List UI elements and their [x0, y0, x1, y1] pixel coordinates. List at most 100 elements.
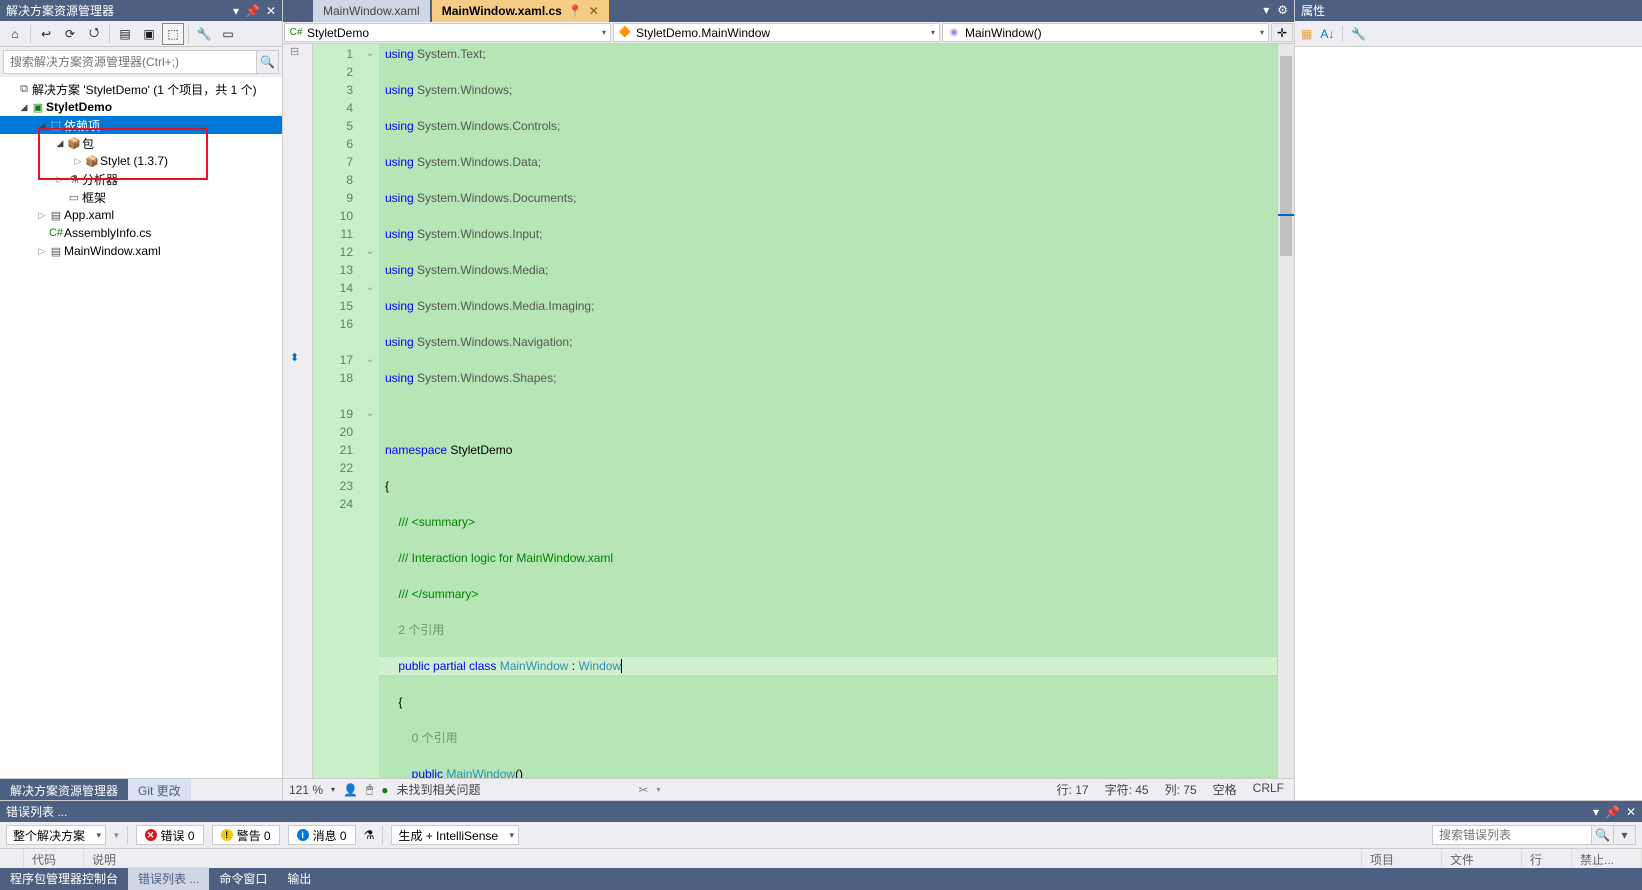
zoom-level[interactable]: 121 % [289, 783, 323, 797]
analyzers-icon: ⚗ [66, 173, 82, 186]
errors-filter[interactable]: ✕错误 0 [136, 825, 204, 845]
project-selector[interactable]: C#StyletDemo▾ [284, 23, 611, 42]
indent-indicator[interactable]: 空格 [1213, 781, 1237, 798]
show-all-icon[interactable]: ▤ [114, 23, 136, 45]
frameworks-node[interactable]: 框架 [82, 189, 106, 206]
warnings-filter[interactable]: !警告 0 [212, 825, 280, 845]
refresh-icon[interactable]: ⭯ [83, 23, 105, 45]
assembly-node[interactable]: AssemblyInfo.cs [64, 226, 151, 240]
properties-title: 属性 [1301, 2, 1325, 19]
fold-column[interactable]: ⌄⌄⌄⌄⌄ [361, 44, 379, 778]
tab-mainwindow-xaml-cs[interactable]: MainWindow.xaml.cs 📍 ✕ [432, 0, 609, 22]
bottom-tool-tabs: 程序包管理器控制台 错误列表 ... 命令窗口 输出 [0, 868, 1642, 890]
csproj-icon: ▣ [30, 101, 46, 114]
type-selector[interactable]: 🔶StyletDemo.MainWindow▾ [613, 23, 940, 42]
close-icon[interactable]: ✕ [266, 4, 276, 18]
analyzers-node[interactable]: 分析器 [82, 171, 118, 188]
error-list-toolbar: 整个解决方案 ▾ ✕错误 0 !警告 0 i消息 0 ⚗ 生成 + Intell… [0, 822, 1642, 848]
tab-git-changes[interactable]: Git 更改 [128, 779, 191, 800]
pin-icon[interactable]: 📍 [568, 4, 583, 18]
class-icon: 🔶 [618, 26, 632, 40]
tab-error-list[interactable]: 错误列表 ... [128, 867, 209, 890]
col-project[interactable]: 项目 [1362, 849, 1442, 868]
wrench-icon[interactable]: 🔧 [1351, 27, 1366, 41]
search-icon[interactable]: 🔍 [257, 50, 279, 74]
col-indicator[interactable]: 列: 75 [1165, 781, 1197, 798]
reference-indicator-icon[interactable]: ⬍ [290, 351, 299, 364]
warning-icon: ! [221, 829, 233, 841]
sync-icon[interactable]: ⟳ [59, 23, 81, 45]
frameworks-icon: ▭ [66, 191, 82, 204]
appxaml-node[interactable]: App.xaml [64, 208, 114, 222]
properties-grid[interactable] [1295, 47, 1642, 800]
tab-command-window[interactable]: 命令窗口 [209, 867, 277, 890]
search-icon[interactable]: 🔍 [1592, 825, 1614, 845]
solution-explorer-toolbar: ⌂ ↩ ⟳ ⭯ ▤ ▣ ⬚ 🔧 ▭ [0, 21, 282, 47]
tab-solution-explorer[interactable]: 解决方案资源管理器 [0, 779, 128, 800]
mouse-icon[interactable]: 🖱 [366, 782, 373, 797]
messages-filter[interactable]: i消息 0 [288, 825, 356, 845]
properties-title-bar: 属性 [1295, 0, 1642, 21]
member-selector[interactable]: ◉MainWindow()▾ [942, 23, 1269, 42]
method-icon: ◉ [947, 26, 961, 40]
solution-node[interactable]: 解决方案 'StyletDemo' (1 个项目，共 1 个) [32, 81, 257, 98]
build-intellisense-selector[interactable]: 生成 + IntelliSense [391, 825, 519, 845]
home-icon[interactable]: ⌂ [4, 23, 26, 45]
split-icon[interactable]: ✛ [1271, 23, 1293, 42]
error-list-title-bar: 错误列表 ... ▾ 📌 ✕ [0, 801, 1642, 822]
properties-icon[interactable]: ▭ [217, 23, 239, 45]
scissors-icon[interactable]: ✂ [638, 783, 648, 797]
back-icon[interactable]: ↩ [35, 23, 57, 45]
pin-icon[interactable]: 📌 [1605, 805, 1620, 819]
filter-icon[interactable]: ⚗ [364, 828, 375, 842]
eol-indicator[interactable]: CRLF [1253, 781, 1284, 798]
cs-icon: C# [48, 227, 64, 239]
stylet-package-node[interactable]: Stylet (1.3.7) [100, 154, 168, 168]
wrench-icon[interactable]: 🔧 [193, 23, 215, 45]
error-list-columns: 代码 说明 项目 文件 行 禁止... [0, 848, 1642, 868]
dropdown-icon[interactable]: ▾ [233, 4, 239, 18]
tab-mainwindow-xaml[interactable]: MainWindow.xaml [313, 0, 430, 22]
char-indicator[interactable]: 字符: 45 [1105, 781, 1149, 798]
line-indicator[interactable]: 行: 17 [1057, 781, 1089, 798]
tab-output[interactable]: 输出 [277, 867, 321, 890]
close-icon[interactable]: ✕ [589, 4, 599, 18]
tab-package-manager-console[interactable]: 程序包管理器控制台 [0, 867, 128, 890]
project-node[interactable]: StyletDemo [46, 100, 112, 114]
mainxaml-node[interactable]: MainWindow.xaml [64, 244, 161, 258]
solution-search-input[interactable] [3, 50, 257, 74]
csproj-icon: C# [289, 26, 303, 40]
document-tabs: MainWindow.xaml MainWindow.xaml.cs 📍 ✕ ▾… [283, 0, 1294, 22]
check-icon: ● [381, 783, 388, 797]
categorize-icon[interactable]: ▦ [1301, 27, 1312, 41]
packages-node[interactable]: 包 [82, 135, 94, 152]
dropdown-icon[interactable]: ▾ [1614, 825, 1636, 845]
vertical-scrollbar[interactable] [1277, 44, 1294, 778]
col-code[interactable]: 代码 [24, 849, 84, 868]
error-list-title: 错误列表 ... [6, 803, 67, 820]
collapse-icon[interactable]: ▣ [138, 23, 160, 45]
sort-icon[interactable]: A↓ [1320, 27, 1334, 41]
view-icon[interactable]: ⬚ [162, 23, 184, 45]
error-icon: ✕ [145, 829, 157, 841]
error-search-input[interactable] [1432, 825, 1592, 845]
package-folder-icon: 📦 [66, 137, 82, 150]
col-line[interactable]: 行 [1522, 849, 1572, 868]
dependencies-node[interactable]: 依赖项 [64, 117, 100, 134]
solution-icon: ⧉ [16, 83, 32, 96]
solution-tree[interactable]: ⧉解决方案 'StyletDemo' (1 个项目，共 1 个) ▣Stylet… [0, 77, 282, 778]
dropdown-icon[interactable]: ▾ [1593, 805, 1599, 819]
tab-dropdown-icon[interactable]: ▾ [1263, 3, 1269, 17]
pin-icon[interactable]: 📌 [245, 4, 260, 18]
info-icon: i [297, 829, 309, 841]
code-editor[interactable]: ⊟ ⬍ 12345678910111213141516 1718 1920212… [283, 44, 1294, 778]
outline-collapse-icon[interactable]: ⊟ [290, 45, 299, 58]
col-description[interactable]: 说明 [84, 849, 1362, 868]
col-suppress[interactable]: 禁止... [1572, 849, 1642, 868]
gear-icon[interactable]: ⚙ [1277, 3, 1288, 17]
col-file[interactable]: 文件 [1442, 849, 1522, 868]
issues-label[interactable]: 未找到相关问题 [396, 781, 480, 798]
close-icon[interactable]: ✕ [1626, 805, 1636, 819]
person-icon[interactable]: 👤 [343, 783, 358, 797]
scope-selector[interactable]: 整个解决方案 [6, 825, 106, 845]
